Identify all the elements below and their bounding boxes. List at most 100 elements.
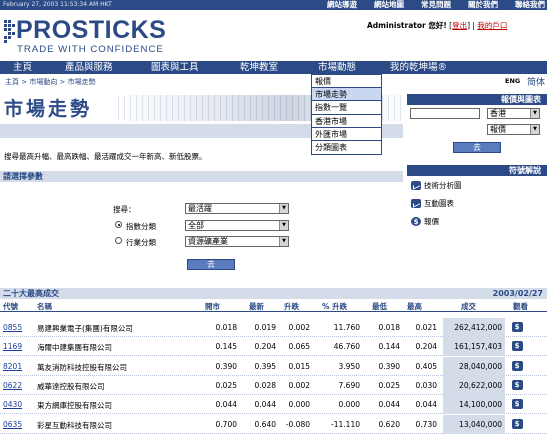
site-guide-link[interactable]: 網站導遊: [327, 0, 357, 10]
row-high: 0.730: [415, 419, 437, 429]
site-map-link[interactable]: 網站地圖: [374, 0, 404, 10]
index-class-label: 指數分類: [126, 222, 156, 231]
top-links: 網站導遊 網站地圖 常見問題 關於我們 聯絡我們: [310, 0, 545, 10]
col-last: 最新: [249, 302, 264, 311]
table-row: 8201 萬友消防科技控股有限公司 0.390 0.395 0.015 3.950 0.39…: [0, 356, 547, 376]
simplified-toggle[interactable]: 简体: [527, 75, 545, 88]
logout-link[interactable]: 登出: [452, 21, 467, 30]
params-heading: 請選擇參數: [0, 171, 403, 182]
row-name: 萬友消防科技控股有限公司: [37, 362, 127, 372]
nav-item-market[interactable]: 市場動態: [318, 61, 356, 74]
row-code-link[interactable]: 0622: [3, 381, 22, 390]
row-open: 0.700: [215, 419, 237, 429]
row-last: 0.640: [254, 419, 276, 429]
dollar-coin-icon[interactable]: $: [512, 360, 522, 371]
row-low: 0.390: [378, 361, 400, 371]
dollar-coin-icon[interactable]: $: [512, 418, 522, 429]
row-last: 0.028: [254, 380, 276, 390]
page-title: 市場走勢: [4, 98, 93, 120]
row-low: 0.025: [378, 380, 400, 390]
row-low: 0.144: [378, 342, 400, 352]
faq-link[interactable]: 常見問題: [421, 0, 451, 10]
row-change: 0.065: [288, 342, 310, 352]
chevron-down-icon: ▼: [530, 125, 539, 134]
my-account-link[interactable]: 我的戶口: [477, 21, 507, 30]
bracket-close: ]: [467, 21, 471, 30]
symbol-input[interactable]: [410, 108, 480, 119]
legend-item: 技術分析圖: [411, 180, 462, 191]
greeting-text: Administrator 您好!: [367, 21, 447, 30]
col-pct-change: % 升跌: [322, 302, 348, 311]
params-go-button[interactable]: 去: [187, 259, 235, 270]
menu-item-quote[interactable]: 報價: [312, 75, 381, 89]
row-code-link[interactable]: 0430: [3, 400, 22, 409]
menu-item-sector-charts[interactable]: 分類圖表: [312, 141, 381, 154]
table-row: 0855 易建興業電子(集團)有限公司 0.018 0.019 0.002 11.760 0…: [0, 318, 547, 337]
search-select[interactable]: 最活躍 ▼: [185, 203, 289, 214]
quote-chart-heading: 報價與圖表: [407, 94, 547, 105]
row-high: 0.021: [415, 323, 437, 332]
nav-item-my-zone[interactable]: 我的乾坤場®: [390, 61, 447, 74]
market-select[interactable]: 香港 ▼: [487, 108, 540, 119]
table-heading: 二十大最高成交 2003/02/27: [0, 288, 547, 299]
col-low: 最低: [372, 302, 387, 311]
col-high: 最高: [407, 302, 422, 311]
nav-item-home[interactable]: 主頁: [13, 61, 32, 74]
type-select-value: 報價: [490, 125, 506, 134]
row-pct-change: 7.690: [338, 380, 360, 390]
row-code-link[interactable]: 0635: [3, 420, 22, 429]
user-greeting: Administrator 您好! [登出] | 我的戶口: [367, 20, 507, 31]
row-low: 0.620: [378, 419, 400, 429]
row-code-link[interactable]: 1169: [3, 342, 22, 351]
chevron-down-icon: ▼: [279, 221, 288, 230]
menu-item-fx-market[interactable]: 外匯市場: [312, 128, 381, 141]
menu-item-hk-market[interactable]: 香港市場: [312, 115, 381, 128]
nav-item-products[interactable]: 產品與服務: [65, 61, 113, 74]
row-pct-change: 46.760: [333, 342, 360, 352]
table-row: 1169 海爾中建集團有限公司 0.145 0.204 0.065 46.760 0.144…: [0, 337, 547, 357]
industry-class-radio[interactable]: [115, 237, 122, 244]
about-link[interactable]: 關於我們: [468, 0, 498, 10]
interactive-chart-icon: [411, 199, 421, 208]
legend-label: 互動圖表: [424, 199, 454, 208]
type-select[interactable]: 報價 ▼: [487, 124, 540, 135]
separator: |: [472, 21, 475, 30]
legend-item: $ 報價: [411, 216, 439, 227]
row-last: 0.204: [254, 342, 276, 352]
industry-class-select[interactable]: 資源礦產業 ▼: [185, 236, 289, 247]
nav-item-classroom[interactable]: 乾坤教室: [240, 61, 278, 74]
row-last: 0.019: [254, 323, 276, 332]
contact-link[interactable]: 聯絡我們: [515, 0, 545, 10]
legend-label: 報價: [424, 217, 439, 226]
quote-go-button[interactable]: 去: [453, 142, 501, 153]
row-last: 0.044: [254, 400, 276, 410]
row-high: 0.204: [415, 342, 437, 352]
row-name: 彩星互動科技有限公司: [37, 420, 112, 430]
index-class-radio[interactable]: [115, 221, 122, 228]
row-volume: 20,622,000: [443, 375, 505, 395]
row-pct-change: -11.110: [331, 419, 360, 429]
index-class-select[interactable]: 全部 ▼: [185, 220, 289, 231]
main-nav: 主頁 產品與服務 圖表與工具 乾坤教室 市場動態 我的乾坤場®: [0, 61, 547, 74]
col-view: 觀看: [513, 302, 528, 311]
row-low: 0.018: [378, 323, 400, 332]
row-open: 0.390: [215, 361, 237, 371]
row-name: 易建興業電子(集團)有限公司: [37, 324, 133, 333]
row-high: 0.044: [415, 400, 437, 410]
dollar-coin-icon[interactable]: $: [512, 322, 522, 332]
breadcrumb[interactable]: 主頁 > 市場動向 > 市場走勢: [5, 77, 96, 87]
chart-tool-icon: [411, 181, 421, 190]
search-label: 搜尋：: [113, 205, 136, 214]
dollar-coin-icon[interactable]: $: [512, 379, 522, 390]
english-toggle[interactable]: ENG: [505, 77, 520, 85]
logo[interactable]: PROSTICKS TRADE WITH CONFIDENCE: [4, 14, 204, 58]
row-code-link[interactable]: 8201: [3, 362, 22, 371]
legend-heading: 符號解說: [407, 165, 547, 176]
market-dropdown-menu: 報價 市場走勢 指數一覽 香港市場 外匯市場 分類圖表: [311, 74, 382, 156]
menu-item-index-overview[interactable]: 指數一覽: [312, 101, 381, 115]
menu-item-market-trend[interactable]: 市場走勢: [312, 88, 381, 102]
market-select-value: 香港: [490, 109, 506, 118]
nav-item-charts-tools[interactable]: 圖表與工具: [151, 61, 199, 74]
row-code-link[interactable]: 0855: [3, 323, 22, 332]
logo-dots-icon: [4, 20, 15, 44]
